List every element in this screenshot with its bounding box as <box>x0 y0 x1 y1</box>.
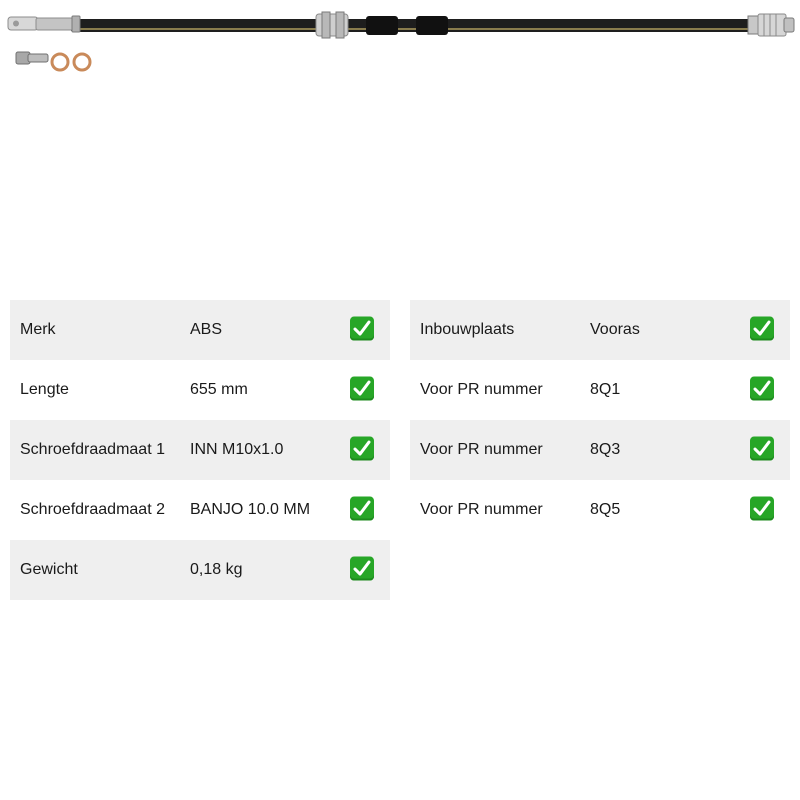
spec-value: ABS <box>190 321 223 338</box>
checkmark-icon <box>750 316 774 341</box>
spec-value: 8Q3 <box>590 441 621 458</box>
checkmark-icon <box>350 436 374 461</box>
spec-row: Merk ABS <box>10 300 390 360</box>
spec-value: 8Q1 <box>590 381 621 398</box>
checkmark-icon <box>750 376 774 401</box>
spec-value: BANJO 10.0 MM <box>190 501 311 518</box>
spec-row: Voor PR nummer 8Q3 <box>410 420 790 480</box>
spec-label: Voor PR nummer <box>420 441 543 458</box>
spec-label: Gewicht <box>20 561 78 578</box>
spec-value: Vooras <box>590 321 640 338</box>
spec-row: Lengte 655 mm <box>10 360 390 420</box>
spec-label: Inbouwplaats <box>420 321 515 338</box>
spec-label: Merk <box>20 321 56 338</box>
spec-label: Voor PR nummer <box>420 501 543 518</box>
brake-hose-image <box>7 11 795 72</box>
spec-table-left: Merk ABS Lengte 655 mm Schroefdraadmaat … <box>10 300 390 600</box>
spec-row: Gewicht 0,18 kg <box>10 540 390 600</box>
spec-value: 0,18 kg <box>190 561 243 578</box>
spec-label: Schroefdraadmaat 1 <box>20 441 165 458</box>
checkmark-icon <box>350 496 374 521</box>
spec-row: Voor PR nummer 8Q1 <box>410 360 790 420</box>
spec-row: Voor PR nummer 8Q5 <box>410 480 790 540</box>
spec-label: Voor PR nummer <box>420 381 543 398</box>
checkmark-icon <box>750 496 774 521</box>
spec-row: Schroefdraadmaat 1 INN M10x1.0 <box>10 420 390 480</box>
spec-row: Inbouwplaats Vooras <box>410 300 790 360</box>
spec-label: Schroefdraadmaat 2 <box>20 501 165 518</box>
spec-value: INN M10x1.0 <box>190 441 284 458</box>
checkmark-icon <box>350 376 374 401</box>
checkmark-icon <box>750 436 774 461</box>
checkmark-icon <box>350 316 374 341</box>
spec-value: 655 mm <box>190 381 248 398</box>
spec-table-right: Inbouwplaats Vooras Voor PR nummer 8Q1 V… <box>410 300 790 540</box>
checkmark-icon <box>350 556 374 581</box>
spec-value: 8Q5 <box>590 501 621 518</box>
spec-row: Schroefdraadmaat 2 BANJO 10.0 MM <box>10 480 390 540</box>
spec-label: Lengte <box>20 381 69 398</box>
